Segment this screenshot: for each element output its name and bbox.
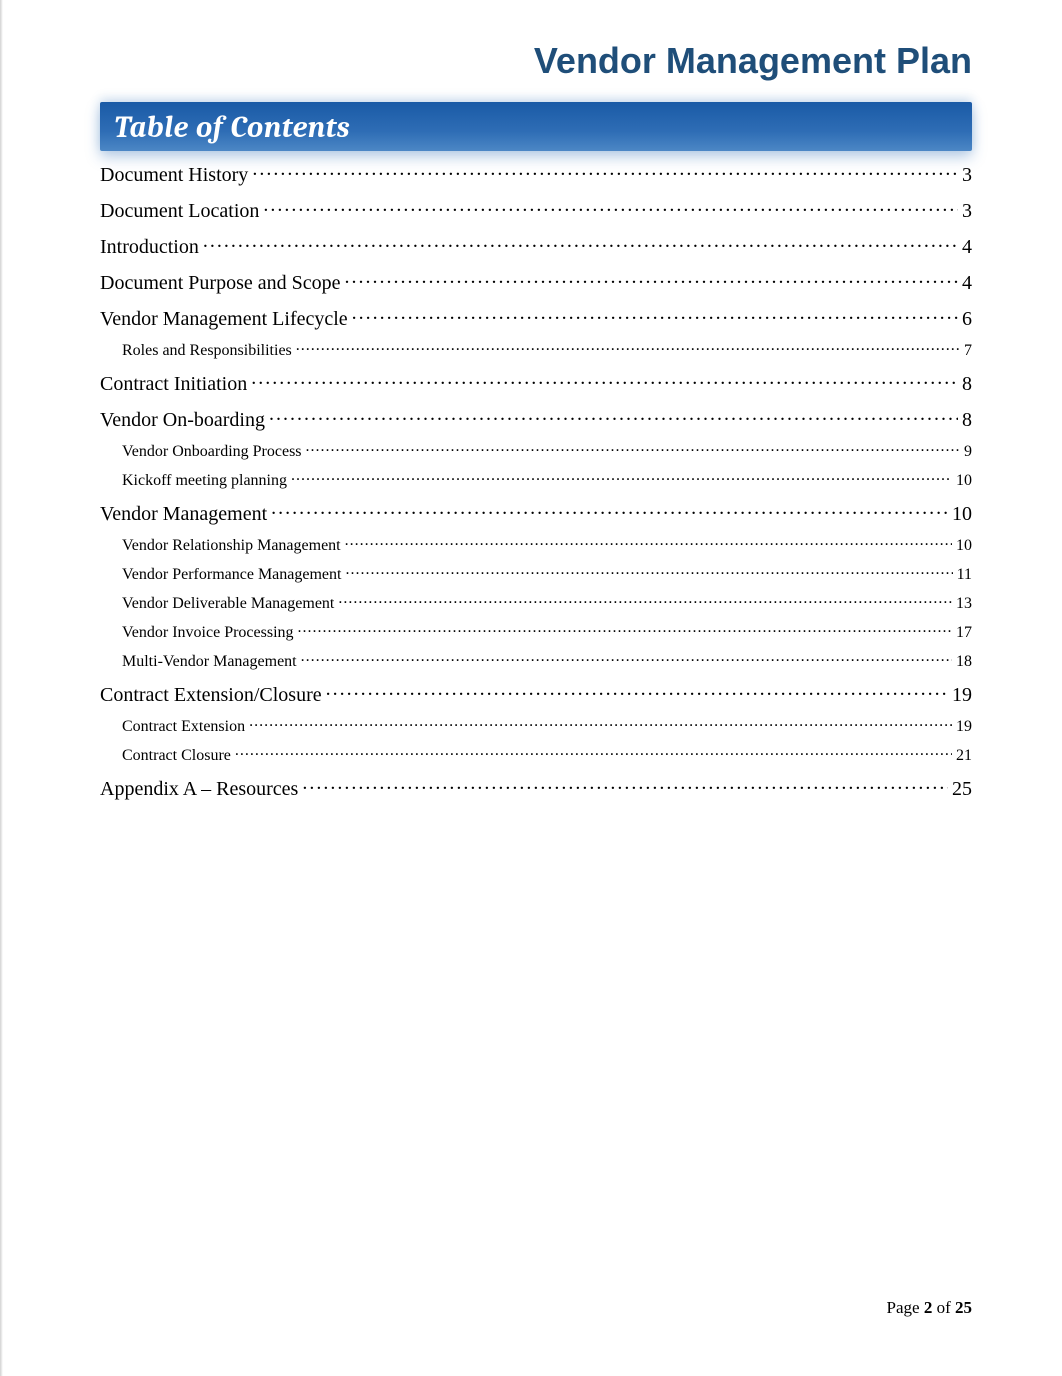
- toc-entry-page: 4: [962, 236, 972, 259]
- toc-entry-page: 8: [962, 409, 972, 432]
- toc-entry-page: 19: [952, 684, 972, 707]
- toc-entry-label: Contract Extension: [122, 718, 245, 736]
- toc-leader-dots: [306, 440, 960, 456]
- footer-prefix: Page: [887, 1298, 924, 1317]
- toc-entry-page: 3: [962, 164, 972, 187]
- toc-entry-page: 17: [956, 624, 972, 642]
- toc-entry-label: Vendor On-boarding: [100, 409, 265, 432]
- footer-separator: of: [932, 1298, 955, 1317]
- toc-entry-page: 4: [962, 272, 972, 295]
- toc-leader-dots: [345, 563, 952, 579]
- toc-entry-page: 19: [956, 718, 972, 736]
- toc-entry-page: 10: [956, 537, 972, 555]
- toc-entry-label: Vendor Management Lifecycle: [100, 308, 348, 331]
- page-body: Vendor Management Plan Table of Contents…: [0, 0, 1062, 1376]
- toc-entry-label: Introduction: [100, 236, 199, 259]
- toc-entry-page: 25: [952, 778, 972, 801]
- toc-entry[interactable]: Kickoff meeting planning 10: [100, 469, 972, 490]
- toc-entry[interactable]: Contract Extension/Closure 19: [100, 681, 972, 707]
- toc-leader-dots: [326, 681, 948, 701]
- toc-entry-label: Vendor Invoice Processing: [122, 624, 294, 642]
- toc-leader-dots: [302, 775, 948, 795]
- toc-leader-dots: [271, 500, 948, 520]
- toc-leader-dots: [249, 715, 952, 731]
- toc-entry[interactable]: Vendor Performance Management 11: [100, 563, 972, 584]
- toc-entry-page: 10: [956, 472, 972, 490]
- toc-leader-dots: [263, 197, 958, 217]
- toc-leader-dots: [345, 534, 952, 550]
- toc-entry-label: Vendor Deliverable Management: [122, 595, 334, 613]
- toc-entry-page: 13: [956, 595, 972, 613]
- toc-entry-page: 6: [962, 308, 972, 331]
- toc-entry-label: Vendor Relationship Management: [122, 537, 341, 555]
- toc-entry[interactable]: Contract Initiation 8: [100, 370, 972, 396]
- toc-entry[interactable]: Vendor Management 10: [100, 500, 972, 526]
- toc-entry-label: Contract Initiation: [100, 373, 247, 396]
- toc-entry-label: Document History: [100, 164, 248, 187]
- toc-entry-page: 9: [964, 443, 972, 461]
- toc-entry-label: Document Location: [100, 200, 259, 223]
- toc-entry-page: 18: [956, 653, 972, 671]
- toc-entry[interactable]: Vendor Deliverable Management 13: [100, 592, 972, 613]
- toc-entry[interactable]: Contract Closure 21: [100, 744, 972, 765]
- toc-entry[interactable]: Vendor Invoice Processing 17: [100, 621, 972, 642]
- toc-entry-label: Contract Closure: [122, 747, 231, 765]
- toc-entry[interactable]: Introduction 4: [100, 233, 972, 259]
- toc-entry-label: Kickoff meeting planning: [122, 472, 287, 490]
- table-of-contents: Document History 3 Document Location 3 Intro…: [100, 161, 972, 801]
- toc-entry[interactable]: Document Purpose and Scope 4: [100, 269, 972, 295]
- toc-leader-dots: [298, 621, 952, 637]
- toc-entry-label: Vendor Management: [100, 503, 267, 526]
- toc-entry[interactable]: Roles and Responsibilities 7: [100, 339, 972, 360]
- toc-entry-label: Multi-Vendor Management: [122, 653, 297, 671]
- toc-entry[interactable]: Multi-Vendor Management 18: [100, 650, 972, 671]
- toc-entry[interactable]: Contract Extension 19: [100, 715, 972, 736]
- toc-leader-dots: [296, 339, 960, 355]
- toc-entry-page: 11: [957, 566, 972, 584]
- toc-entry-page: 8: [962, 373, 972, 396]
- toc-heading: Table of Contents: [114, 110, 350, 145]
- toc-entry[interactable]: Appendix A – Resources 25: [100, 775, 972, 801]
- toc-leader-dots: [252, 161, 958, 181]
- toc-leader-dots: [251, 370, 958, 390]
- toc-leader-dots: [301, 650, 952, 666]
- toc-entry-label: Vendor Performance Management: [122, 566, 341, 584]
- toc-entry[interactable]: Vendor Onboarding Process 9: [100, 440, 972, 461]
- document-title: Vendor Management Plan: [100, 40, 972, 82]
- toc-entry-label: Contract Extension/Closure: [100, 684, 322, 707]
- toc-entry-page: 3: [962, 200, 972, 223]
- toc-leader-dots: [203, 233, 958, 253]
- toc-entry-label: Roles and Responsibilities: [122, 342, 292, 360]
- toc-entry[interactable]: Document Location 3: [100, 197, 972, 223]
- page-footer: Page 2 of 25: [887, 1298, 972, 1318]
- toc-entry-page: 21: [956, 747, 972, 765]
- toc-leader-dots: [352, 305, 958, 325]
- toc-entry-label: Document Purpose and Scope: [100, 272, 341, 295]
- toc-leader-dots: [291, 469, 952, 485]
- toc-entry[interactable]: Vendor Relationship Management 10: [100, 534, 972, 555]
- toc-entry-label: Appendix A – Resources: [100, 778, 298, 801]
- toc-leader-dots: [269, 406, 958, 426]
- toc-leader-dots: [338, 592, 952, 608]
- toc-entry-page: 10: [952, 503, 972, 526]
- toc-entry-label: Vendor Onboarding Process: [122, 443, 302, 461]
- toc-entry[interactable]: Vendor Management Lifecycle 6: [100, 305, 972, 331]
- toc-entry[interactable]: Vendor On-boarding 8: [100, 406, 972, 432]
- footer-total-pages: 25: [955, 1298, 972, 1317]
- toc-entry[interactable]: Document History 3: [100, 161, 972, 187]
- toc-banner: Table of Contents: [100, 102, 972, 151]
- toc-leader-dots: [345, 269, 958, 289]
- toc-entry-page: 7: [964, 342, 972, 360]
- toc-leader-dots: [235, 744, 952, 760]
